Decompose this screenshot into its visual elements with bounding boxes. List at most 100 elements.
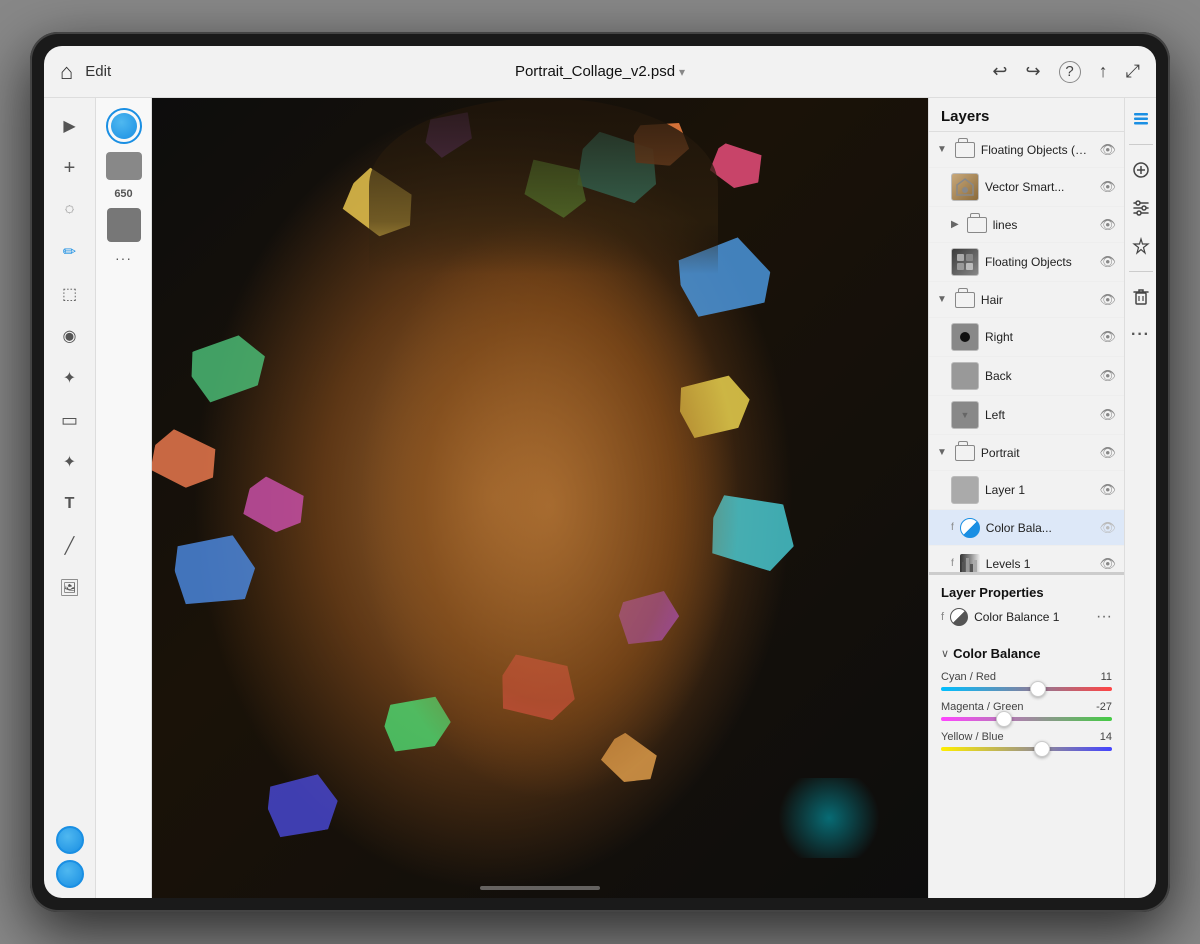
top-bar: ⌂ Edit Portrait_Collage_v2.psd ▾ ↩ ↪ ? ↑… [44,46,1156,98]
home-button[interactable]: ⌂ [60,59,73,85]
color-balance-icon-props [950,608,968,626]
delete-layer-button[interactable] [1128,284,1154,310]
share-button[interactable]: ↑ [1099,61,1108,82]
secondary-color[interactable] [56,860,84,888]
layer-back[interactable]: Back 👁 [929,357,1124,396]
brush-tool[interactable]: ✏ [52,234,88,270]
add-tool[interactable]: + [52,150,88,186]
select-tool[interactable]: ▶ [52,108,88,144]
visibility-icon[interactable]: 👁 [1099,179,1116,195]
undo-button[interactable]: ↩ [992,61,1007,82]
layer-left[interactable]: ▼ Left 👁 [929,396,1124,435]
layer-props-more-button[interactable]: ··· [1096,608,1112,626]
fx-label: f [941,611,944,623]
visibility-icon[interactable]: 👁 [1099,217,1116,233]
layers-title: Layers [941,108,989,125]
layer-floating-objects[interactable]: Floating Objects 👁 [929,243,1124,282]
layer-lines-group[interactable]: ▶ lines 👁 [929,207,1124,243]
brush-panel: 650 ··· [96,98,152,898]
layers-toggle-button[interactable] [1128,106,1154,132]
color-picker[interactable] [56,826,84,854]
cb-title-row: ∨ Color Balance [941,646,1112,661]
folder-icon [967,217,987,233]
layer-properties-panel: Layer Properties f Color Balance 1 ··· [929,573,1124,646]
folder-icon [955,142,975,158]
eraser-tool[interactable]: ⬚ [52,276,88,312]
smudge-tool[interactable]: ✦ [52,360,88,396]
brush-preview [106,108,142,144]
image-tool[interactable]: 🖼 [52,570,88,606]
properties-button[interactable] [1128,195,1154,221]
selection-tool[interactable]: ◌ [52,192,88,228]
visibility-icon[interactable]: 👁 [1099,445,1116,461]
text-tool[interactable]: T [52,486,88,522]
yellow-blue-thumb[interactable] [1034,741,1050,757]
layer-properties-title: Layer Properties [941,585,1112,600]
brush-size-label: 650 [114,188,132,200]
visibility-icon[interactable]: 👁 [1099,142,1116,158]
layer-1[interactable]: Layer 1 👁 [929,471,1124,510]
more-options-button[interactable]: ··· [1128,322,1154,348]
visibility-icon[interactable]: 👁 [1099,254,1116,270]
color-swatch[interactable] [106,152,142,180]
cb-chevron[interactable]: ∨ [941,647,949,660]
yellow-blue-track[interactable] [941,747,1112,751]
color-balance-section: ∨ Color Balance Cyan / Red 11 [929,646,1124,898]
layer-portrait-group[interactable]: ▼ Portrait 👁 [929,435,1124,471]
brush-shape[interactable] [107,208,141,242]
visibility-icon[interactable]: 👁 [1099,482,1116,498]
folder-icon [955,445,975,461]
magenta-green-label: Magenta / Green [941,701,1024,713]
layers-list: ▼ Floating Objects (alway... 👁 Vector Sm… [929,132,1124,572]
visibility-icon[interactable]: 👁 [1099,329,1116,345]
effects-button[interactable] [1128,233,1154,259]
group-arrow: ▼ [937,447,947,458]
redo-button[interactable]: ↪ [1026,61,1041,82]
layer-color-balance[interactable]: f Color Bala... 👁 [929,510,1124,546]
visibility-icon[interactable]: 👁 [1099,556,1116,572]
brush-options-icon[interactable]: ··· [115,250,132,266]
crop-tool[interactable]: ▭ [52,402,88,438]
visibility-icon[interactable]: 👁 [1099,407,1116,423]
home-indicator [480,886,600,890]
group-arrow: ▼ [937,144,947,155]
expand-button[interactable]: ⤢ [1126,61,1140,82]
line-tool[interactable]: ╱ [52,528,88,564]
visibility-icon[interactable]: 👁 [1099,292,1116,308]
stamp-tool[interactable]: ◉ [52,318,88,354]
main-area: ▶ + ◌ ✏ ⬚ ◉ ✦ ▭ ✦ T ╱ 🖼 [44,98,1156,898]
cyan-red-track[interactable] [941,687,1112,691]
yellow-blue-value: 14 [1100,731,1112,743]
help-button[interactable]: ? [1059,61,1081,83]
canvas[interactable] [152,98,928,898]
screen: ⌂ Edit Portrait_Collage_v2.psd ▾ ↩ ↪ ? ↑… [44,46,1156,898]
layer-levels[interactable]: f Levels 1 👁 [929,546,1124,572]
cyan-red-thumb[interactable] [1030,681,1046,697]
heal-tool[interactable]: ✦ [52,444,88,480]
visibility-icon[interactable]: 👁 [1099,520,1116,536]
magenta-green-track[interactable] [941,717,1112,721]
right-icon-bar: ··· [1124,98,1156,898]
group-arrow: ▼ [937,294,947,305]
edit-button[interactable]: Edit [85,63,111,80]
left-toolbar: ▶ + ◌ ✏ ⬚ ◉ ✦ ▭ ✦ T ╱ 🖼 [44,98,96,898]
folder-icon [955,292,975,308]
top-bar-actions: ↩ ↪ ? ↑ ⤢ [992,61,1140,83]
device-frame: ⌂ Edit Portrait_Collage_v2.psd ▾ ↩ ↪ ? ↑… [30,32,1170,912]
yellow-blue-slider-group: Yellow / Blue 14 [941,731,1112,751]
add-layer-button[interactable] [1128,157,1154,183]
layers-panel-header: Layers [929,98,1124,132]
visibility-icon[interactable]: 👁 [1099,368,1116,384]
magenta-green-thumb[interactable] [996,711,1012,727]
layer-floating-group[interactable]: ▼ Floating Objects (alway... 👁 [929,132,1124,168]
levels-adj-icon [960,554,980,573]
layer-props-row: f Color Balance 1 ··· [941,608,1112,626]
group-arrow: ▶ [951,219,959,230]
layer-vector-smart[interactable]: Vector Smart... 👁 [929,168,1124,207]
cyan-red-slider-group: Cyan / Red 11 [941,671,1112,691]
layer-right[interactable]: Right 👁 [929,318,1124,357]
layer-props-name: Color Balance 1 [974,610,1090,624]
magenta-green-slider-group: Magenta / Green -27 [941,701,1112,721]
rib-separator [1129,144,1153,145]
layer-hair-group[interactable]: ▼ Hair 👁 [929,282,1124,318]
